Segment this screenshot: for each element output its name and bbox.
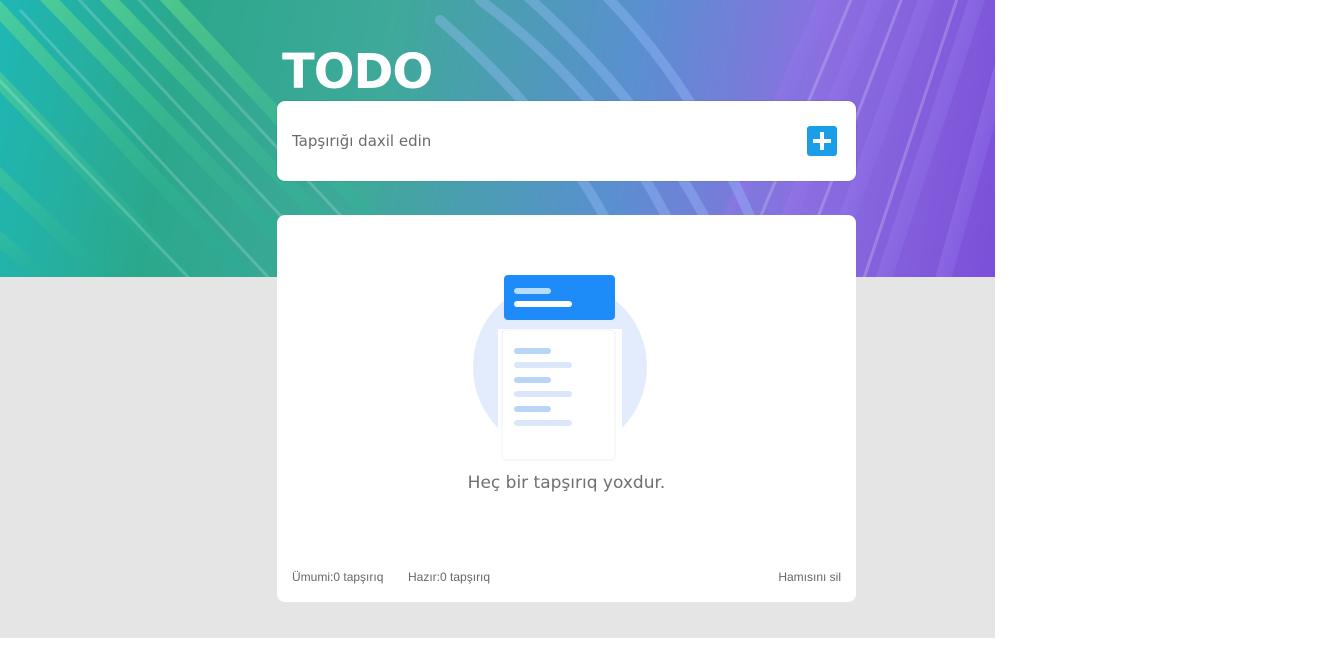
total-tasks-stat: Ümumi:0 tapşırıq (292, 570, 383, 584)
task-list-footer: Ümumi:0 tapşırıq Hazır:0 tapşırıq Hamısı… (292, 570, 841, 586)
total-count: 0 (333, 570, 341, 584)
plus-icon (813, 132, 831, 150)
task-list-card: Heç bir tapşırıq yoxdur. Ümumi:0 tapşırı… (277, 215, 856, 602)
todo-app: TODO Tapşırığı daxil edin Heç bir tapşır… (0, 0, 995, 638)
task-input[interactable] (292, 125, 792, 157)
total-label: Ümumi: (292, 570, 334, 584)
done-unit: tapşırıq (450, 570, 491, 584)
page-title: TODO (282, 44, 433, 100)
total-unit: tapşırıq (343, 570, 384, 584)
empty-list-illustration-icon (473, 275, 647, 463)
task-input-card (277, 101, 856, 181)
done-label: Hazır: (408, 570, 441, 584)
add-task-button[interactable] (807, 126, 837, 156)
empty-list-message: Heç bir tapşırıq yoxdur. (467, 473, 666, 493)
done-tasks-stat: Hazır:0 tapşırıq (408, 570, 490, 584)
done-count: 0 (440, 570, 447, 584)
clear-all-button[interactable]: Hamısını sil (778, 570, 841, 584)
